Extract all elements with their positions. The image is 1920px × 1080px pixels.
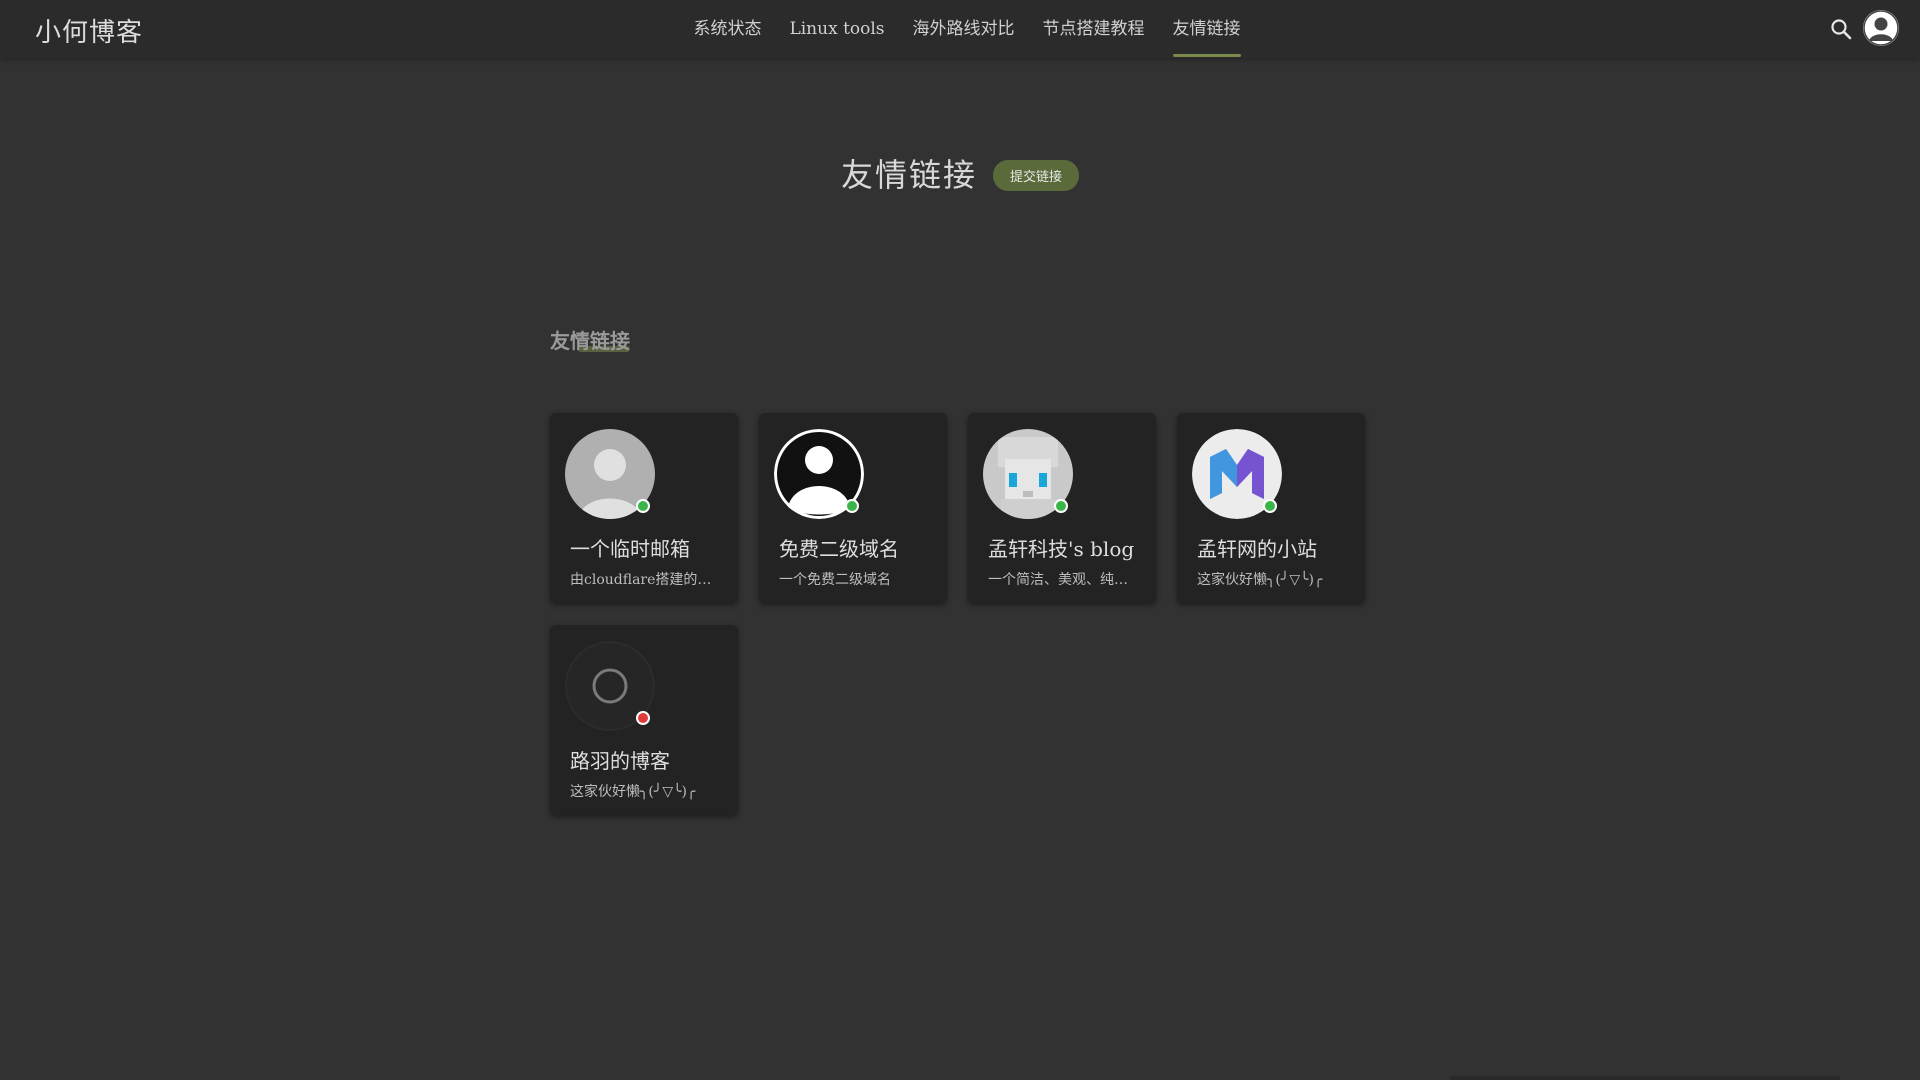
nav-item-route-compare[interactable]: 海外路线对比 xyxy=(913,0,1015,58)
link-name: 路羽的博客 xyxy=(570,749,670,773)
friend-link-card[interactable]: 路羽的博客 这家伙好懒╮(╯▽╰)╭ xyxy=(550,625,738,815)
link-description: 这家伙好懒╮(╯▽╰)╭ xyxy=(570,784,696,800)
page-heading: 友情链接 提交链接 xyxy=(0,150,1920,196)
bottom-scroll-indicator xyxy=(1450,1076,1840,1080)
section-title-text: 友情链接 xyxy=(550,329,630,353)
friend-link-card[interactable]: 免费二级域名 一个免费二级域名 xyxy=(759,413,947,603)
nav-item-system-status[interactable]: 系统状态 xyxy=(693,0,761,58)
status-online-dot xyxy=(845,499,859,513)
status-online-dot xyxy=(636,499,650,513)
user-avatar-icon[interactable] xyxy=(1863,10,1899,46)
main-nav: 系统状态 Linux tools 海外路线对比 节点搭建教程 友情链接 xyxy=(0,0,1920,58)
section-title: 友情链接 xyxy=(550,325,630,354)
friend-link-card[interactable]: 一个临时邮箱 由cloudflare搭建的临时邮箱 xyxy=(550,413,738,603)
link-avatar xyxy=(983,429,1073,519)
status-offline-dot xyxy=(636,711,650,725)
site-brand[interactable]: 小何博客 xyxy=(35,12,143,49)
link-name: 一个临时邮箱 xyxy=(570,537,690,561)
submit-link-button[interactable]: 提交链接 xyxy=(993,159,1080,191)
friend-link-card[interactable]: 孟轩科技's blog 一个简洁、美观、纯粹的博客 xyxy=(968,413,1156,603)
link-name: 孟轩科技's blog xyxy=(988,537,1135,561)
link-name: 免费二级域名 xyxy=(779,537,899,561)
link-description: 这家伙好懒╮(╯▽╰)╭ xyxy=(1197,572,1323,588)
link-description: 一个简洁、美观、纯粹的博客 xyxy=(988,572,1136,588)
search-icon[interactable] xyxy=(1829,17,1853,41)
link-description: 一个免费二级域名 xyxy=(779,572,891,588)
page-title: 友情链接 xyxy=(840,156,977,194)
nav-item-friend-links[interactable]: 友情链接 xyxy=(1172,0,1241,58)
nav-item-node-tutorial[interactable]: 节点搭建教程 xyxy=(1043,0,1145,58)
status-online-dot xyxy=(1263,499,1277,513)
status-online-dot xyxy=(1054,499,1068,513)
friend-links-grid: 一个临时邮箱 由cloudflare搭建的临时邮箱 免费二级域名 一个免费二级域… xyxy=(550,413,1390,815)
nav-item-linux-tools[interactable]: Linux tools xyxy=(789,0,884,58)
link-name: 孟轩网的小站 xyxy=(1197,537,1317,561)
top-navbar: 小何博客 系统状态 Linux tools 海外路线对比 节点搭建教程 友情链接 xyxy=(0,0,1920,58)
link-avatar xyxy=(565,641,655,731)
friend-link-card[interactable]: 孟轩网的小站 这家伙好懒╮(╯▽╰)╭ xyxy=(1177,413,1365,603)
link-avatar xyxy=(1192,429,1282,519)
link-avatar xyxy=(565,429,655,519)
link-description: 由cloudflare搭建的临时邮箱 xyxy=(570,572,718,588)
link-avatar xyxy=(774,429,864,519)
